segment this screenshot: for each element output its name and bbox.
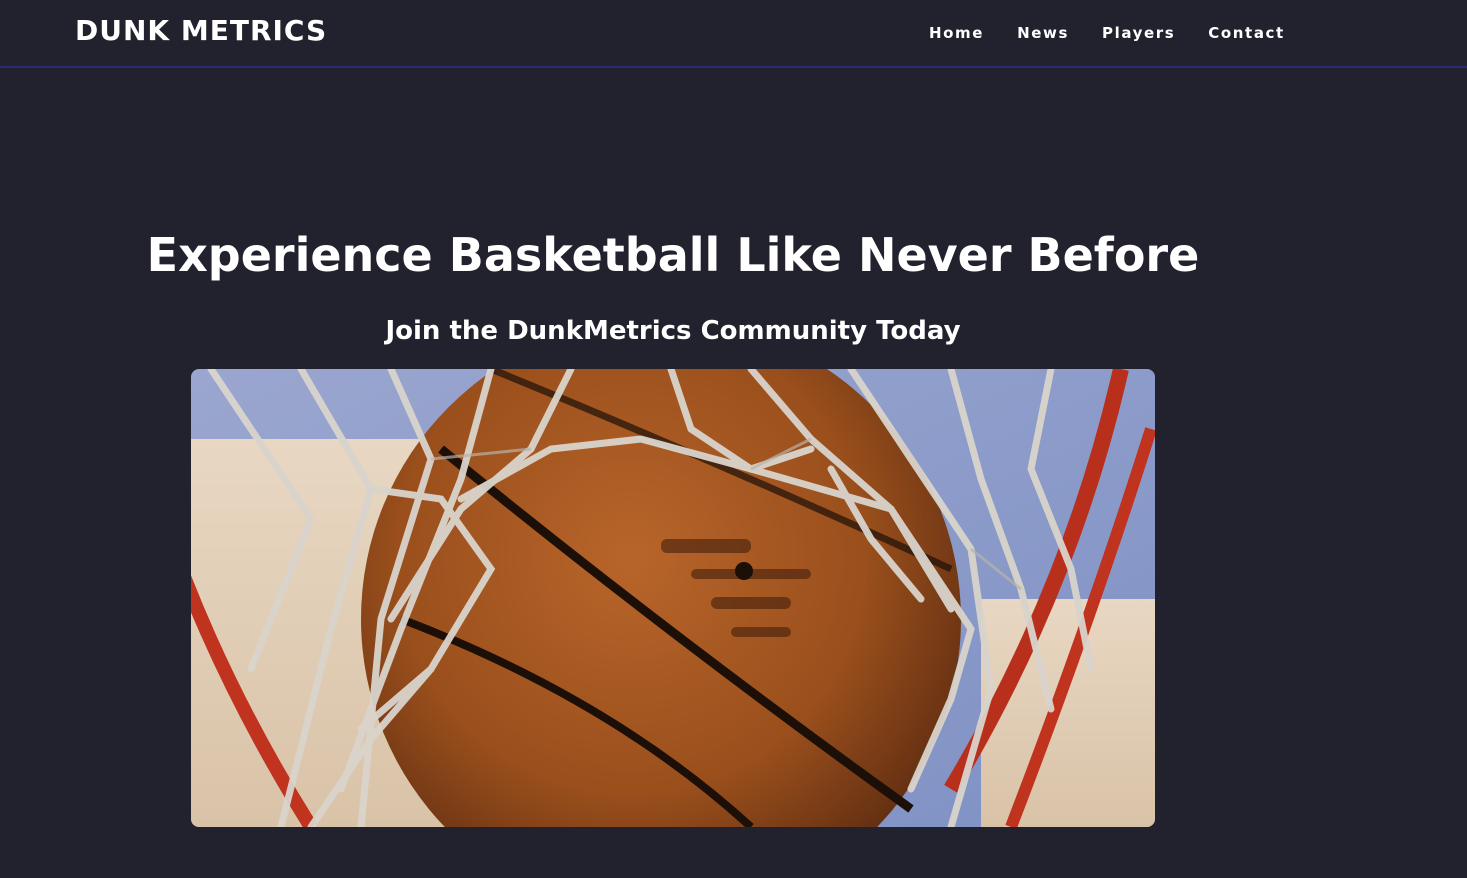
brand-logo[interactable]: DUNK METRICS [75, 14, 327, 47]
nav-links: Home News Players Contact [929, 24, 1285, 42]
hero-title: Experience Basketball Like Never Before [146, 228, 1200, 282]
navbar: DUNK METRICS Home News Players Contact [0, 0, 1467, 68]
hero-image [191, 369, 1155, 827]
basketball-net-illustration [191, 369, 1155, 827]
nav-link-contact[interactable]: Contact [1208, 24, 1285, 42]
nav-link-home[interactable]: Home [929, 24, 984, 42]
hero-subtitle: Join the DunkMetrics Community Today [385, 316, 961, 346]
nav-link-players[interactable]: Players [1102, 24, 1175, 42]
nav-link-news[interactable]: News [1017, 24, 1069, 42]
